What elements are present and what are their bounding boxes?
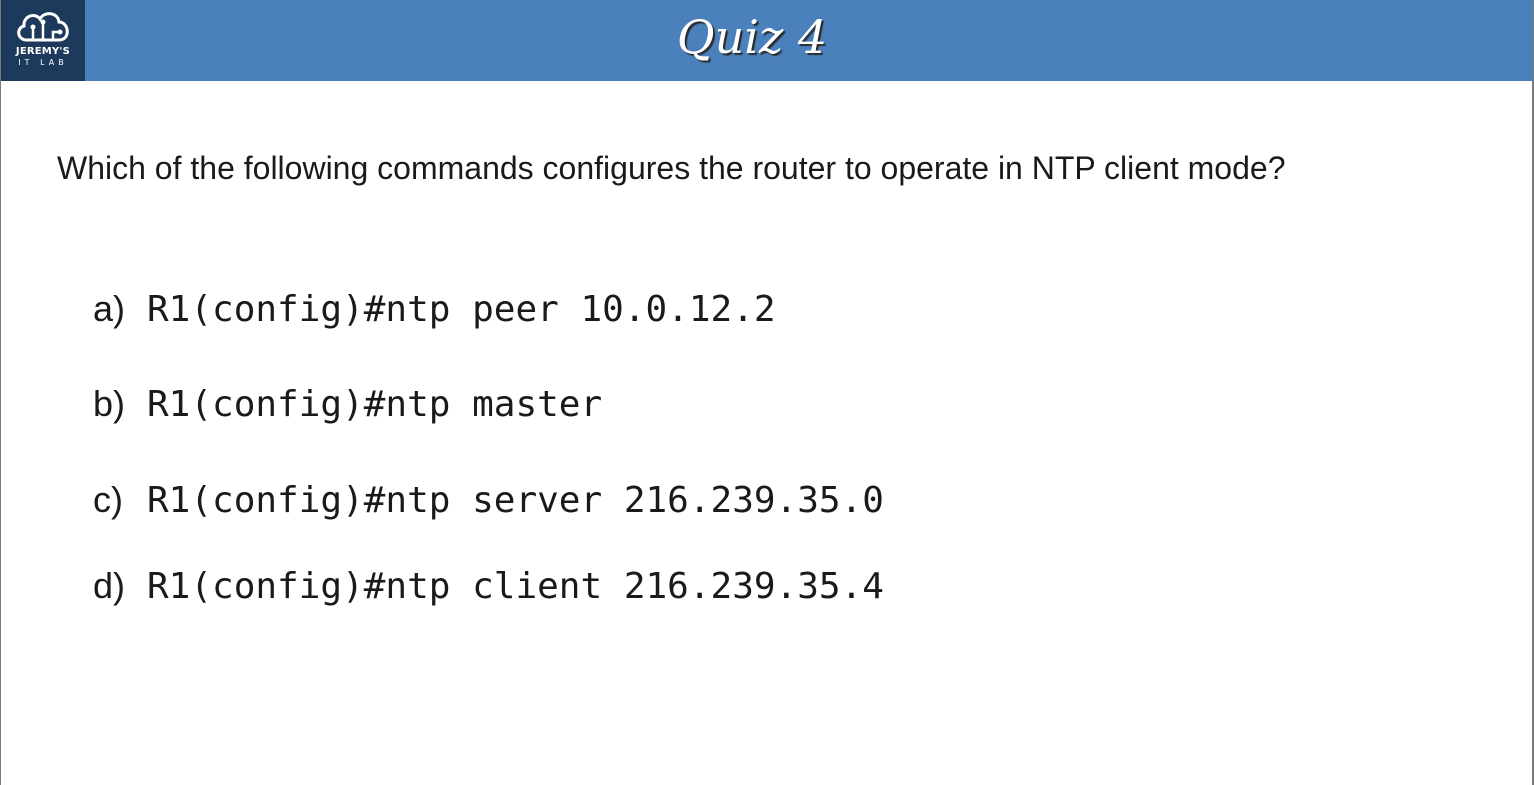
option-letter: a) — [93, 288, 126, 329]
answer-option-d: d) R1(config)#ntp client 216.239.35.4 — [93, 565, 884, 607]
option-command: R1(config)#ntp server 216.239.35.0 — [147, 480, 884, 521]
option-letter: b) — [93, 383, 126, 424]
option-command: R1(config)#ntp client 216.239.35.4 — [147, 566, 884, 607]
option-command: R1(config)#ntp peer 10.0.12.2 — [147, 289, 776, 330]
quiz-slide: JEREMY'S IT LAB Quiz 4 Which of the foll… — [0, 0, 1534, 785]
option-letter: c) — [93, 479, 123, 520]
question-text: Which of the following commands configur… — [57, 150, 1286, 186]
slide-title: Quiz 4 — [676, 10, 828, 64]
answer-option-a: a) R1(config)#ntp peer 10.0.12.2 — [93, 288, 776, 330]
answer-option-c: c) R1(config)#ntp server 216.239.35.0 — [93, 479, 884, 521]
option-command: R1(config)#ntp master — [147, 384, 603, 425]
slide-header: JEREMY'S IT LAB Quiz 4 — [1, 0, 1533, 81]
answer-option-b: b) R1(config)#ntp master — [93, 383, 602, 425]
option-letter: d) — [93, 565, 126, 606]
